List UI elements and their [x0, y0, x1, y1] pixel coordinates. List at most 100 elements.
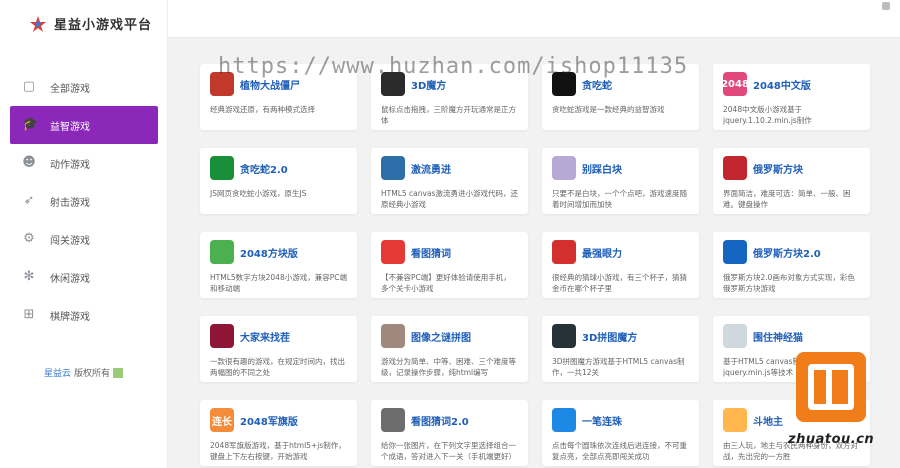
graduation-cap-icon: 🎓 [22, 117, 39, 132]
zhuatou-logo-icon [796, 352, 866, 422]
sidebar-item-label: 休闲游戏 [50, 273, 90, 285]
sidebar-item[interactable]: ▢ 全部游戏 [0, 68, 168, 106]
game-card[interactable]: 图像之谜拼图游戏分为简单、中等、困难、三个难度等级，记录操作步骤，纯html编写 [371, 316, 528, 382]
game-card[interactable]: 3D拼图魔方 3D拼图魔方游戏基于HTML5 canvas制作，一共12关 [542, 316, 699, 382]
game-title[interactable]: 看图猜词 [411, 245, 451, 260]
game-title[interactable]: 贪吃蛇2.0 [240, 161, 288, 176]
game-card[interactable]: 大家来找茬一款很有趣的游戏，在规定时间内，找出两幅图的不同之处 [200, 316, 357, 382]
game-description: JS网页贪吃蛇小游戏，原生JS [210, 189, 307, 198]
sidebar-item[interactable]: ☻ 动作游戏 [0, 144, 168, 182]
stats-icon[interactable] [113, 367, 124, 378]
game-card[interactable]: 激流勇进 HTML5 canvas激流勇进小游戏代码，还原经典小游戏 [371, 148, 528, 214]
game-title[interactable]: 别踩白块 [582, 161, 622, 176]
game-card-header: 贪吃蛇2.0 [210, 156, 347, 180]
game-title[interactable]: 2048方块版 [240, 245, 298, 260]
steam-icon: ⚙ [23, 231, 35, 246]
sidebar-item-label: 射击游戏 [50, 197, 90, 209]
game-title[interactable]: 围住神经猫 [753, 329, 803, 344]
game-title[interactable]: 大家来找茬 [240, 329, 290, 344]
game-description: 3D拼图魔方游戏基于HTML5 canvas制作，一共12关 [552, 357, 685, 377]
reddit-icon: ☻ [22, 155, 36, 170]
game-thumbnail[interactable] [552, 408, 576, 432]
game-list: 植物大战僵尸 经典游戏还原，有两种模式选择 3D魔方 鼠标点击拖拽，三阶魔方开玩通常是… [180, 48, 900, 468]
app-title: 星益小游戏平台 [54, 18, 153, 33]
brand[interactable]: 星益小游戏平台 [30, 14, 152, 33]
sidebar-item[interactable]: ✻ 休闲游戏 [0, 258, 168, 296]
game-card-header: 连长 2048军旗版 [210, 408, 347, 432]
game-thumbnail[interactable] [552, 324, 576, 348]
copyright-text: 版权所有 [74, 369, 111, 379]
game-description: 游戏分为简单、中等、困难、三个难度等级，记录操作步骤，纯html编写 [381, 357, 516, 377]
sidebar-item-label: 全部游戏 [50, 83, 90, 95]
copyright-link[interactable]: 星益云 [44, 366, 71, 379]
game-description: 点击每个圆珠依次连线后进连接，不可重复点亮，全部点亮即闯关成功 [552, 441, 687, 461]
game-title[interactable]: 最强眼力 [582, 245, 622, 260]
game-description: 只要不是白块，一个个点吧，游戏速度随着时间增加而加快 [552, 189, 687, 209]
corner-brand-text: zhuatou.cn [788, 432, 875, 447]
sidebar-item[interactable]: ⚙ 闯关游戏 [0, 220, 168, 258]
game-card[interactable]: 2048方块版 HTML5数字方块2048小游戏，兼容PC端和移动端 [200, 232, 357, 298]
sidebar-item[interactable]: ⊞ 棋牌游戏 [0, 296, 168, 334]
game-thumbnail[interactable] [552, 156, 576, 180]
game-thumbnail[interactable] [723, 408, 747, 432]
game-title[interactable]: 俄罗斯方块2.0 [753, 245, 821, 260]
game-title[interactable]: 图像之谜拼图 [411, 329, 471, 344]
game-card[interactable]: 俄罗斯方块界面简洁，难度可选：简单、一般、困难。键盘操作 [713, 148, 870, 214]
game-title[interactable]: 3D拼图魔方 [582, 329, 637, 344]
game-card-header: 图像之谜拼图 [381, 324, 518, 348]
game-description: 2048军旗版游戏，基于html5+js制作，键盘上下左右按键，开始游戏 [210, 441, 346, 461]
game-card-header: 大家来找茬 [210, 324, 347, 348]
game-card[interactable]: 连长 2048军旗版 2048军旗版游戏，基于html5+js制作，键盘上下左右按键… [200, 400, 357, 466]
game-description: 很经典的猜球小游戏，有三个杯子，猜猜金币在哪个杯子里 [552, 273, 687, 293]
sidebar-item[interactable]: ➶ 射击游戏 [0, 182, 168, 220]
game-title[interactable]: 看图猜词2.0 [411, 413, 469, 428]
game-thumbnail[interactable] [723, 324, 747, 348]
game-card-header: 最强眼力 [552, 240, 689, 264]
game-title[interactable]: 激流勇进 [411, 161, 451, 176]
sidebar-item[interactable]: 🎓 益智游戏 [10, 106, 158, 144]
game-description: 一款很有趣的游戏，在规定时间内，找出两幅图的不同之处 [210, 357, 345, 377]
game-card[interactable]: 一笔连珠点击每个圆珠依次连线后进连接，不可重复点亮，全部点亮即闯关成功 [542, 400, 699, 466]
game-description: HTML5 canvas激流勇进小游戏代码，还原经典小游戏 [381, 189, 518, 209]
game-thumbnail[interactable] [381, 240, 405, 264]
game-title[interactable]: 一笔连珠 [582, 413, 622, 428]
window-control-icon[interactable] [882, 2, 890, 10]
game-card[interactable]: 看图猜词2.0 给你一张图片，在下列文字里选择组合一个成语，答对进入下一关（手机端… [371, 400, 528, 466]
game-description: 界面简洁，难度可选：简单、一般、困难。键盘操作 [723, 189, 851, 209]
game-card[interactable]: 最强眼力很经典的猜球小游戏，有三个杯子，猜猜金币在哪个杯子里 [542, 232, 699, 298]
sidebar-item-label: 益智游戏 [50, 121, 90, 133]
game-description: 俄罗斯方块2.0画布对象方式实现，彩色俄罗斯方块游戏 [723, 273, 855, 293]
sidebar-item-label: 动作游戏 [50, 159, 90, 171]
game-card-header: 俄罗斯方块2.0 [723, 240, 860, 264]
game-title[interactable]: 2048军旗版 [240, 413, 298, 428]
game-description: 鼠标点击拖拽，三阶魔方开玩通常是正方体 [381, 105, 516, 125]
game-thumbnail[interactable] [381, 324, 405, 348]
game-thumbnail[interactable] [210, 156, 234, 180]
game-thumbnail[interactable] [552, 240, 576, 264]
game-title[interactable]: 斗地主 [753, 413, 783, 428]
game-thumbnail[interactable] [381, 408, 405, 432]
game-card[interactable]: 贪吃蛇2.0 JS网页贪吃蛇小游戏，原生JS [200, 148, 357, 214]
game-thumbnail[interactable] [723, 240, 747, 264]
game-description: 【不兼容PC端】更好体验请使用手机，多个关卡小游戏 [381, 273, 511, 293]
windows-icon: ⊞ [23, 307, 35, 322]
game-thumbnail[interactable]: 2048 [721, 72, 749, 96]
game-title[interactable]: 2048中文版 [753, 77, 811, 92]
game-thumbnail[interactable] [381, 156, 405, 180]
game-card[interactable]: 看图猜词【不兼容PC端】更好体验请使用手机，多个关卡小游戏 [371, 232, 528, 298]
game-description: 2048中文版小游戏基于jquery.1.10.2.min.js制作 [723, 105, 812, 125]
game-card-header: 激流勇进 [381, 156, 518, 180]
game-card-header: 俄罗斯方块 [723, 156, 860, 180]
game-card[interactable]: 俄罗斯方块2.0 俄罗斯方块2.0画布对象方式实现，彩色俄罗斯方块游戏 [713, 232, 870, 298]
sidebar-item-label: 闯关游戏 [50, 235, 90, 247]
game-card[interactable]: 2048 2048中文版 2048中文版小游戏基于jquery.1.10.2.min… [713, 64, 870, 130]
game-thumbnail[interactable] [210, 240, 234, 264]
rocket-icon: ➶ [23, 193, 35, 208]
game-card[interactable]: 别踩白块只要不是白块，一个个点吧，游戏速度随着时间增加而加快 [542, 148, 699, 214]
game-thumbnail[interactable]: 连长 [210, 408, 234, 432]
game-title[interactable]: 俄罗斯方块 [753, 161, 803, 176]
sidebar-item-label: 棋牌游戏 [50, 311, 90, 323]
game-thumbnail[interactable] [723, 156, 747, 180]
game-description: HTML5数字方块2048小游戏，兼容PC端和移动端 [210, 273, 347, 293]
game-thumbnail[interactable] [210, 324, 234, 348]
